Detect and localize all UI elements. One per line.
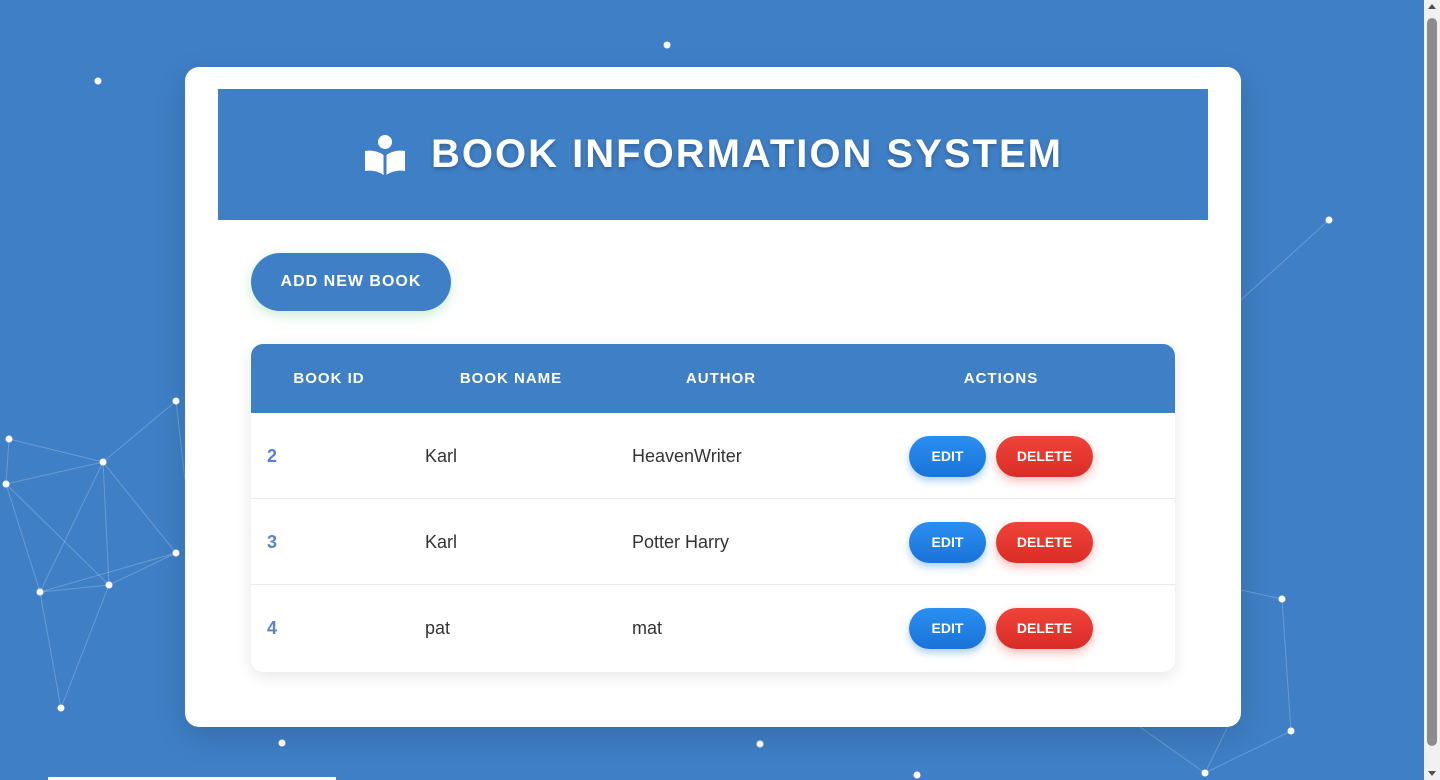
- cell-book-id: 2: [267, 446, 278, 466]
- cell-actions: EDIT DELETE: [827, 499, 1175, 585]
- delete-button[interactable]: DELETE: [996, 607, 1093, 649]
- cell-book-id: 4: [267, 618, 278, 638]
- cell-author: HeavenWriter: [632, 446, 742, 466]
- cell-book-name: Karl: [425, 446, 458, 466]
- delete-button[interactable]: DELETE: [996, 521, 1093, 563]
- table-row: 3 Karl Potter Harry EDIT DELETE: [251, 499, 1175, 585]
- page-header: BOOK INFORMATION SYSTEM: [218, 89, 1208, 220]
- book-reader-icon: [363, 133, 407, 177]
- books-table: BOOK ID BOOK NAME AUTHOR ACTIONS 2 Karl …: [251, 344, 1175, 672]
- edit-button[interactable]: EDIT: [909, 521, 986, 563]
- column-header-author: AUTHOR: [685, 370, 757, 387]
- table-row: 4 pat mat EDIT DELETE: [251, 585, 1175, 671]
- main-card: BOOK INFORMATION SYSTEM ADD NEW BOOK BOO…: [185, 67, 1241, 727]
- cell-book-name: pat: [425, 618, 451, 638]
- page-title: BOOK INFORMATION SYSTEM: [431, 132, 1063, 176]
- edit-button[interactable]: EDIT: [909, 435, 986, 477]
- cell-author: mat: [632, 618, 663, 638]
- scroll-up-icon[interactable]: [1428, 4, 1436, 9]
- scroll-down-icon[interactable]: [1428, 771, 1436, 776]
- table-header: BOOK ID BOOK NAME AUTHOR ACTIONS: [251, 344, 1175, 413]
- column-header-book-id: BOOK ID: [293, 370, 365, 387]
- cell-book-name: Karl: [425, 532, 458, 552]
- edit-button[interactable]: EDIT: [909, 607, 986, 649]
- column-header-actions: ACTIONS: [963, 370, 1039, 387]
- add-new-book-button[interactable]: ADD NEW BOOK: [251, 253, 451, 311]
- cell-actions: EDIT DELETE: [827, 585, 1175, 671]
- cell-author: Potter Harry: [632, 532, 730, 552]
- table-row: 2 Karl HeavenWriter EDIT DELETE: [251, 413, 1175, 499]
- cell-book-id: 3: [267, 532, 278, 552]
- scrollbar-thumb[interactable]: [1427, 18, 1437, 746]
- column-header-book-name: BOOK NAME: [459, 370, 563, 387]
- delete-button[interactable]: DELETE: [996, 435, 1093, 477]
- vertical-scrollbar[interactable]: [1424, 0, 1440, 780]
- cell-actions: EDIT DELETE: [827, 413, 1175, 499]
